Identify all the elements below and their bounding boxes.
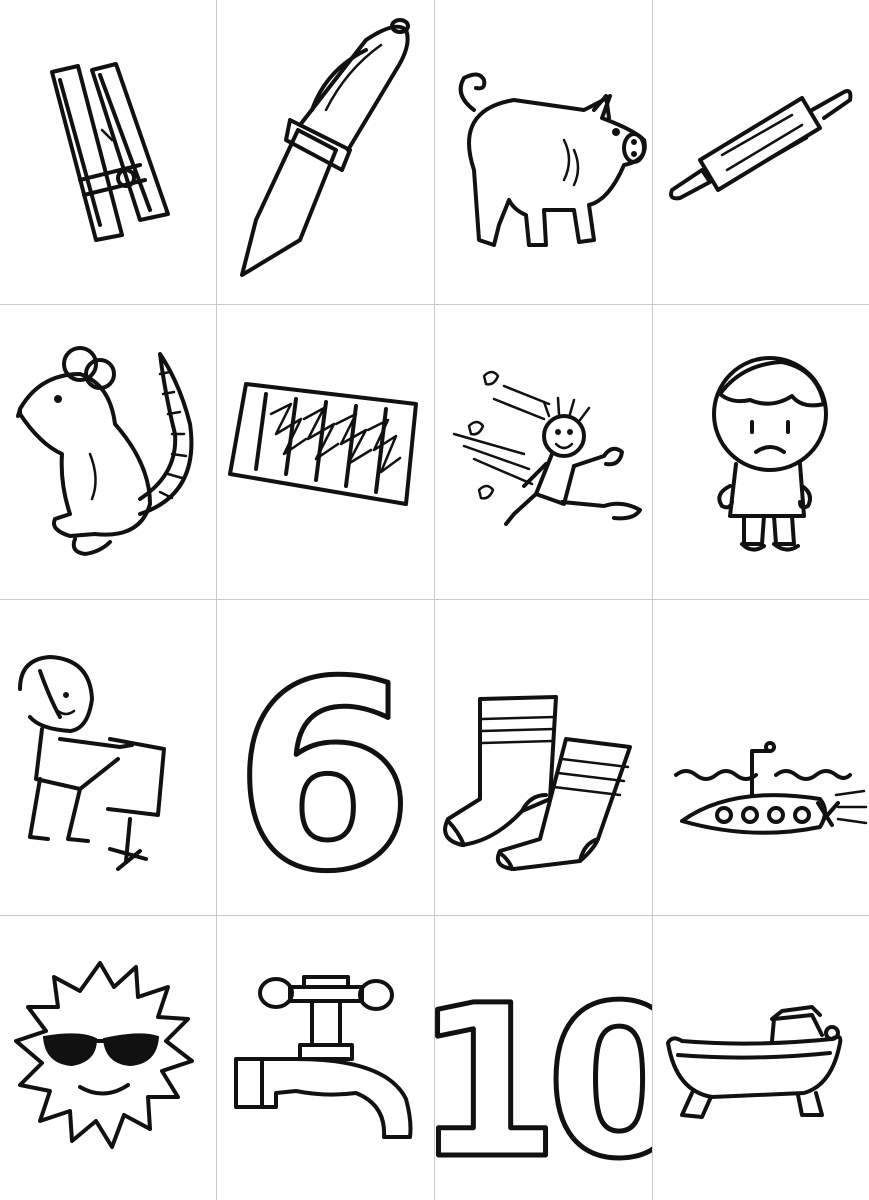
pen-icon: [240, 18, 410, 277]
tap-icon: [234, 975, 413, 1139]
number-ten-label: 10: [434, 960, 652, 1200]
card-rolling-pin: [652, 0, 869, 304]
card-tap: [216, 915, 434, 1200]
submarine-icon: [674, 741, 868, 835]
card-submarine: [652, 599, 869, 915]
number-ten-icon: 10: [434, 958, 652, 1200]
card-rug: [216, 304, 434, 599]
clothespin-icon: [50, 62, 170, 242]
rat-icon: [16, 346, 194, 556]
card-pig: [434, 0, 652, 304]
rolling-pin-icon: [669, 89, 853, 201]
number-six-icon: 6: [231, 625, 417, 916]
card-six: 6: [216, 599, 434, 916]
card-sad-boy: [652, 304, 869, 599]
running-child-icon: [452, 370, 642, 526]
bathtub-icon: [666, 1005, 843, 1119]
card-sun: [0, 915, 216, 1200]
card-rat: [0, 304, 216, 599]
girl-sitting-at-desk-icon: [18, 655, 166, 871]
socks-icon: [443, 695, 632, 871]
card-bathtub: [652, 915, 869, 1200]
sad-boy-icon: [712, 356, 828, 552]
number-six-label: 6: [234, 627, 415, 915]
card-running-child: [434, 304, 652, 599]
card-socks: [434, 599, 652, 915]
card-girl-at-desk: [0, 599, 216, 915]
sun-with-sunglasses-icon: [14, 961, 194, 1149]
pig-icon: [458, 72, 647, 247]
card-pen: [216, 0, 434, 304]
card-clothespin: [0, 0, 216, 304]
card-ten: 10: [434, 915, 652, 1200]
picture-card-sheet: 6 10: [0, 0, 869, 1200]
rug-icon: [228, 382, 418, 506]
